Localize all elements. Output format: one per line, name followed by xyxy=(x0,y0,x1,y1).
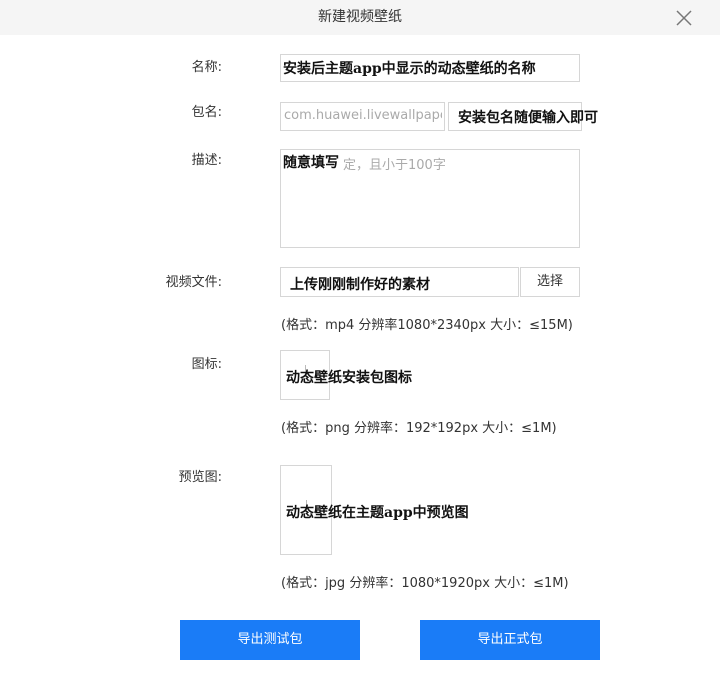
name-label: 名称: xyxy=(191,60,222,75)
icon-annotation: 动态壁纸安装包图标 xyxy=(286,370,412,386)
description-placeholder: 定，且小于100字 xyxy=(343,158,446,173)
icon-format-hint: (格式：png 分辨率：192*192px 大小：≤1M) xyxy=(281,421,557,436)
video-label: 视频文件: xyxy=(165,275,222,290)
choose-file-button[interactable]: 选择 xyxy=(520,267,580,297)
description-value: 随意填写 xyxy=(283,155,339,171)
video-file-value: 上传刚刚制作好的素材 xyxy=(290,277,430,293)
video-format-hint: (格式：mp4 分辨率1080*2340px 大小：≤15M) xyxy=(281,318,573,333)
export-release-button[interactable]: 导出正式包 xyxy=(420,620,600,660)
package-placeholder: com.huawei.livewallpaper. xyxy=(284,108,442,123)
description-label: 描述: xyxy=(191,153,222,168)
name-value: 安装后主题app中显示的动态壁纸的名称 xyxy=(283,61,536,77)
close-icon[interactable] xyxy=(673,7,695,29)
preview-label: 预览图: xyxy=(178,470,222,485)
export-test-button[interactable]: 导出测试包 xyxy=(180,620,360,660)
dialog-title: 新建视频壁纸 xyxy=(318,9,402,25)
preview-annotation: 动态壁纸在主题app中预览图 xyxy=(286,505,469,521)
package-label: 包名: xyxy=(191,105,222,120)
icon-label: 图标: xyxy=(191,357,222,372)
package-annotation: 安装包名随便输入即可 xyxy=(458,110,598,126)
preview-format-hint: (格式：jpg 分辨率：1080*1920px 大小：≤1M) xyxy=(281,576,569,591)
